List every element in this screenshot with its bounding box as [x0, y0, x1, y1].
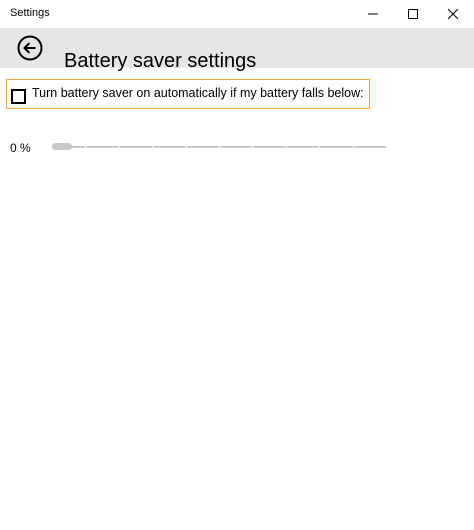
battery-threshold-slider[interactable] — [52, 140, 386, 154]
minimize-icon — [368, 13, 378, 15]
slider-tick — [85, 145, 86, 149]
back-arrow-circle-icon — [17, 35, 43, 61]
page-header: Battery saver settings — [0, 28, 474, 72]
auto-battery-saver-checkbox[interactable] — [11, 89, 26, 104]
slider-ticks — [52, 145, 386, 149]
close-icon — [448, 9, 458, 19]
window-title: Settings — [10, 7, 50, 19]
slider-thumb[interactable] — [52, 143, 72, 150]
slider-tick — [186, 145, 187, 149]
slider-tick — [252, 145, 253, 149]
slider-tick — [219, 145, 220, 149]
title-bar[interactable]: Settings — [0, 0, 474, 28]
slider-tick — [319, 145, 320, 149]
maximize-icon — [408, 9, 418, 19]
threshold-value-label: 0 % — [10, 141, 31, 155]
auto-battery-saver-checkbox-row[interactable]: Turn battery saver on automatically if m… — [6, 79, 370, 109]
close-button[interactable] — [430, 0, 474, 28]
settings-window: Settings Battery saver settings Turn bat… — [0, 0, 474, 530]
auto-battery-saver-label: Turn battery saver on automatically if m… — [32, 86, 364, 100]
slider-tick — [353, 145, 354, 149]
page-title: Battery saver settings — [64, 50, 257, 73]
slider-tick — [119, 145, 120, 149]
back-button[interactable] — [17, 35, 43, 61]
slider-tick — [286, 145, 287, 149]
slider-tick — [152, 145, 153, 149]
